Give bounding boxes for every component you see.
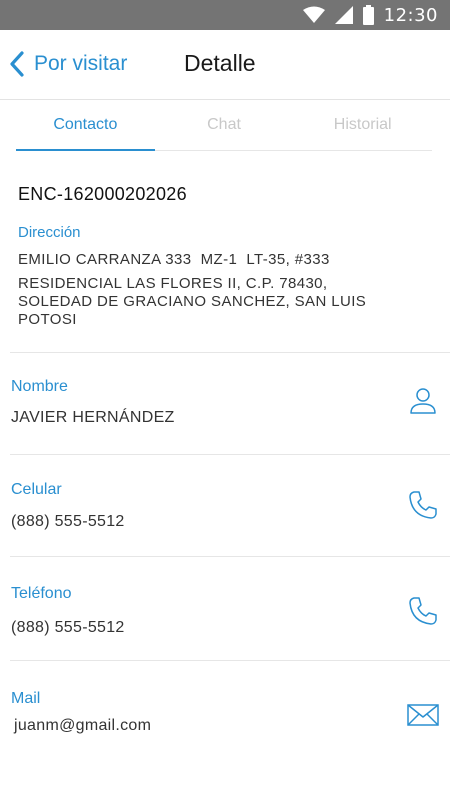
tab-contacto[interactable]: Contacto <box>16 100 155 151</box>
divider <box>10 660 450 661</box>
wifi-icon <box>302 6 325 24</box>
page-title: Detalle <box>184 50 256 76</box>
phone-value: (888) 555-5512 <box>11 619 125 636</box>
phone-icon[interactable] <box>408 596 438 626</box>
back-label: Por visitar <box>34 52 128 75</box>
divider <box>10 352 450 353</box>
address-line-1: EMILIO CARRANZA 333 MZ-1 LT-35, #333 <box>18 251 330 268</box>
name-value: JAVIER HERNÁNDEZ <box>11 409 175 426</box>
header: Por visitar Detalle <box>0 30 450 100</box>
chevron-left-icon <box>6 50 28 78</box>
address-line-2: RESIDENCIAL LAS FLORES II, C.P. 78430, S… <box>18 275 367 328</box>
tab-historial[interactable]: Historial <box>293 100 432 150</box>
record-code: ENC-162000202026 <box>18 184 187 204</box>
address-label: Dirección <box>18 224 81 241</box>
mail-value: juanm@gmail.com <box>14 717 152 734</box>
tab-bar: Contacto Chat Historial <box>16 100 432 151</box>
signal-icon <box>334 6 353 24</box>
person-icon[interactable] <box>408 385 438 415</box>
mobile-value: (888) 555-5512 <box>11 513 125 530</box>
divider <box>10 556 450 557</box>
status-bar: 12:30 <box>0 0 450 30</box>
name-label: Nombre <box>11 378 68 395</box>
phone-label: Teléfono <box>11 585 72 602</box>
envelope-icon[interactable] <box>407 700 439 730</box>
status-time: 12:30 <box>383 4 438 26</box>
battery-icon <box>362 5 374 25</box>
mail-label: Mail <box>11 690 41 707</box>
mobile-label: Celular <box>11 481 62 498</box>
divider <box>10 454 450 455</box>
tab-chat[interactable]: Chat <box>155 100 294 150</box>
phone-icon[interactable] <box>408 490 438 520</box>
back-button[interactable]: Por visitar <box>6 48 127 80</box>
